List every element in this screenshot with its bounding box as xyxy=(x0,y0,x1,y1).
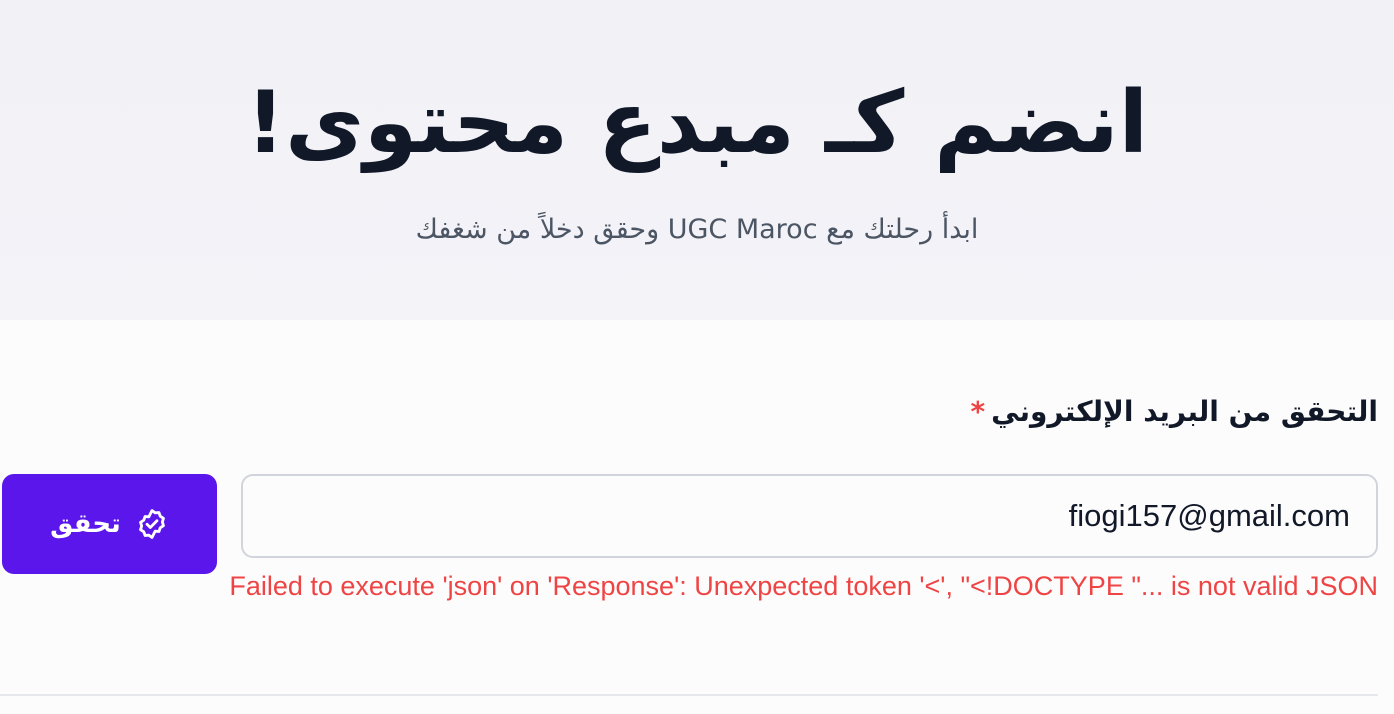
verify-button[interactable]: تحقق xyxy=(2,474,217,574)
divider xyxy=(0,694,1378,696)
email-label-text: التحقق من البريد الإلكتروني xyxy=(991,395,1378,428)
verify-button-label: تحقق xyxy=(50,509,121,539)
hero-section: انضم كـ مبدع محتوى! ابدأ رحلتك مع UGC Ma… xyxy=(0,0,1394,320)
verification-form: التحقق من البريد الإلكتروني* تحقق Failed… xyxy=(0,320,1394,714)
page-subtitle: ابدأ رحلتك مع UGC Maroc وحقق دخلاً من شغ… xyxy=(415,214,979,245)
email-verification-label: التحقق من البريد الإلكتروني* xyxy=(970,390,1378,434)
badge-check-icon xyxy=(135,507,169,541)
error-message: Failed to execute 'json' on 'Response': … xyxy=(229,571,1378,601)
required-marker: * xyxy=(970,395,986,428)
email-field[interactable] xyxy=(241,474,1378,558)
page-title: انضم كـ مبدع محتوى! xyxy=(245,73,1149,173)
